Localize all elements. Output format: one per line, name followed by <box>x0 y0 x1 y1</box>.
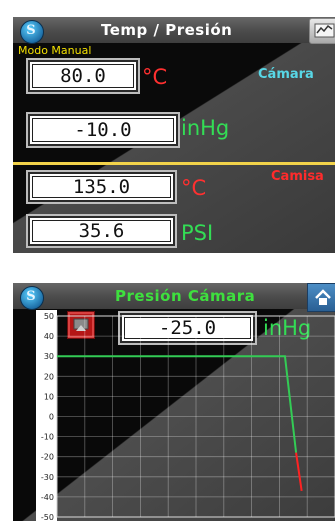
chamber-pressure-unit: inHg <box>181 116 230 140</box>
chamber-temp-value: 80.0 <box>60 65 106 87</box>
panel-title: Presión Cámara <box>115 287 256 305</box>
y-tick-label: 40 <box>44 332 54 341</box>
y-tick-label: 10 <box>44 392 54 401</box>
logo-s-icon[interactable]: S <box>15 17 47 45</box>
chamber-pressure-panel: S Presión Cámara -25.0 inHg 50403020100-… <box>13 283 335 521</box>
title-bar: S Temp / Presión <box>13 17 335 45</box>
home-button[interactable] <box>307 283 335 312</box>
section-divider <box>13 162 335 165</box>
chamber-temp-field[interactable]: 80.0 <box>26 58 140 94</box>
y-tick-label: 50 <box>44 312 54 321</box>
chamber-temp-unit: °C <box>142 65 168 89</box>
graph-icon <box>314 23 335 38</box>
jacket-label: Camisa <box>271 169 324 184</box>
panel-title: Temp / Presión <box>101 21 233 39</box>
jacket-temp-field[interactable]: 135.0 <box>26 170 177 204</box>
y-tick-label: -40 <box>41 493 54 502</box>
jacket-pressure-unit: PSI <box>181 221 214 245</box>
y-tick-label: -20 <box>41 453 54 462</box>
pressure-chart: 50 40 30 20 10 0 -10 -20 -30 -40 -50 <box>36 310 335 521</box>
jacket-pressure-field[interactable]: 35.6 <box>26 214 177 248</box>
jacket-pressure-value: 35.6 <box>78 220 125 242</box>
title-bar: S Presión Cámara <box>13 283 335 312</box>
y-tick-label: -10 <box>41 433 54 442</box>
chamber-pressure-field[interactable]: -10.0 <box>26 112 180 148</box>
jacket-temp-unit: °C <box>181 176 207 200</box>
mode-label: Modo Manual <box>18 44 92 57</box>
chamber-pressure-value: -10.0 <box>74 119 132 141</box>
home-icon <box>315 289 331 305</box>
chamber-label: Cámara <box>258 67 314 82</box>
y-tick-label: -30 <box>41 473 54 482</box>
temp-pressure-panel: S Temp / Presión Modo Manual 80.0 °C Cám… <box>13 17 335 253</box>
logo-s-icon[interactable]: S <box>15 283 47 311</box>
graph-button[interactable] <box>309 18 335 44</box>
y-tick-label: -50 <box>41 513 54 521</box>
jacket-temp-value: 135.0 <box>72 176 131 198</box>
y-tick-label: 0 <box>49 413 54 422</box>
y-tick-label: 20 <box>44 372 54 381</box>
y-tick-label: 30 <box>44 352 54 361</box>
